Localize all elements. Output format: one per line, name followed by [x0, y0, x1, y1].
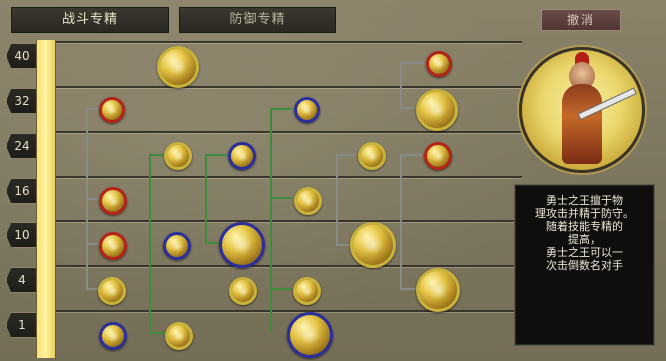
skill-connector [336, 154, 338, 246]
skill-connector [400, 107, 416, 109]
level-tier-16: 16 [6, 178, 37, 204]
row-divider [56, 86, 522, 88]
skill-orb[interactable] [99, 322, 127, 350]
mastery-description-text: 勇士之王擅于物 理攻击并精于防守。 随着技能专精的 提高， 勇士之王可以一 次击… [535, 194, 634, 272]
skill-connector [336, 154, 356, 156]
skill-tree-window: 战斗专精 防御专精 撤消 40 32 24 16 10 4 1 勇士之王擅于物 … [0, 0, 666, 361]
warrior-king-portrait-icon [519, 47, 645, 173]
skill-orb[interactable] [98, 277, 126, 305]
mastery-progress-bar [36, 40, 56, 358]
level-tier-40: 40 [6, 43, 37, 69]
skill-orb[interactable] [228, 142, 256, 170]
skill-orb[interactable] [424, 142, 452, 170]
skill-connector [400, 288, 416, 290]
hero-body [562, 84, 602, 164]
skill-connector [270, 197, 292, 199]
skill-connector [400, 62, 424, 64]
skill-connector [336, 244, 350, 246]
skill-connector [205, 154, 207, 244]
level-tier-32: 32 [6, 88, 37, 114]
level-tier-10: 10 [6, 222, 37, 248]
skill-orb[interactable] [416, 89, 458, 131]
skill-connector [270, 288, 292, 290]
row-divider [56, 176, 522, 178]
level-tier-4: 4 [6, 267, 37, 293]
skill-ultimate-orb[interactable] [157, 46, 199, 88]
skill-connector [205, 154, 227, 156]
skill-orb-large[interactable] [287, 312, 333, 358]
skill-connector [86, 108, 100, 110]
row-divider [56, 41, 522, 43]
skill-connector [270, 108, 292, 110]
row-divider [56, 265, 522, 267]
skill-connector [270, 108, 272, 332]
skill-orb[interactable] [294, 187, 322, 215]
skill-orb[interactable] [99, 187, 127, 215]
skill-orb-large[interactable] [219, 222, 265, 268]
skill-connector [205, 242, 219, 244]
skill-orb[interactable] [293, 277, 321, 305]
skill-orb[interactable] [165, 322, 193, 350]
skill-orb-large[interactable] [416, 268, 460, 312]
skill-connector [149, 154, 165, 156]
level-tier-24: 24 [6, 133, 37, 159]
skill-connector [149, 154, 151, 334]
skill-orb[interactable] [358, 142, 386, 170]
skill-orb[interactable] [426, 51, 452, 77]
skill-connector [86, 198, 100, 200]
skill-orb[interactable] [99, 232, 127, 260]
skill-orb[interactable] [294, 97, 320, 123]
skill-orb[interactable] [99, 97, 125, 123]
mastery-description-panel: 勇士之王擅于物 理攻击并精于防守。 随着技能专精的 提高， 勇士之王可以一 次击… [514, 184, 655, 346]
skill-connector [149, 332, 165, 334]
skill-orb[interactable] [163, 232, 191, 260]
skill-connector [400, 62, 402, 108]
skill-orb[interactable] [164, 142, 192, 170]
row-divider [56, 131, 522, 133]
skill-connector [400, 154, 422, 156]
skill-orb[interactable] [229, 277, 257, 305]
skill-connector [86, 243, 100, 245]
skill-orb-large[interactable] [350, 222, 396, 268]
row-divider [56, 310, 522, 312]
row-divider [56, 220, 522, 222]
level-tier-1: 1 [6, 312, 37, 338]
skill-connector [400, 154, 402, 288]
